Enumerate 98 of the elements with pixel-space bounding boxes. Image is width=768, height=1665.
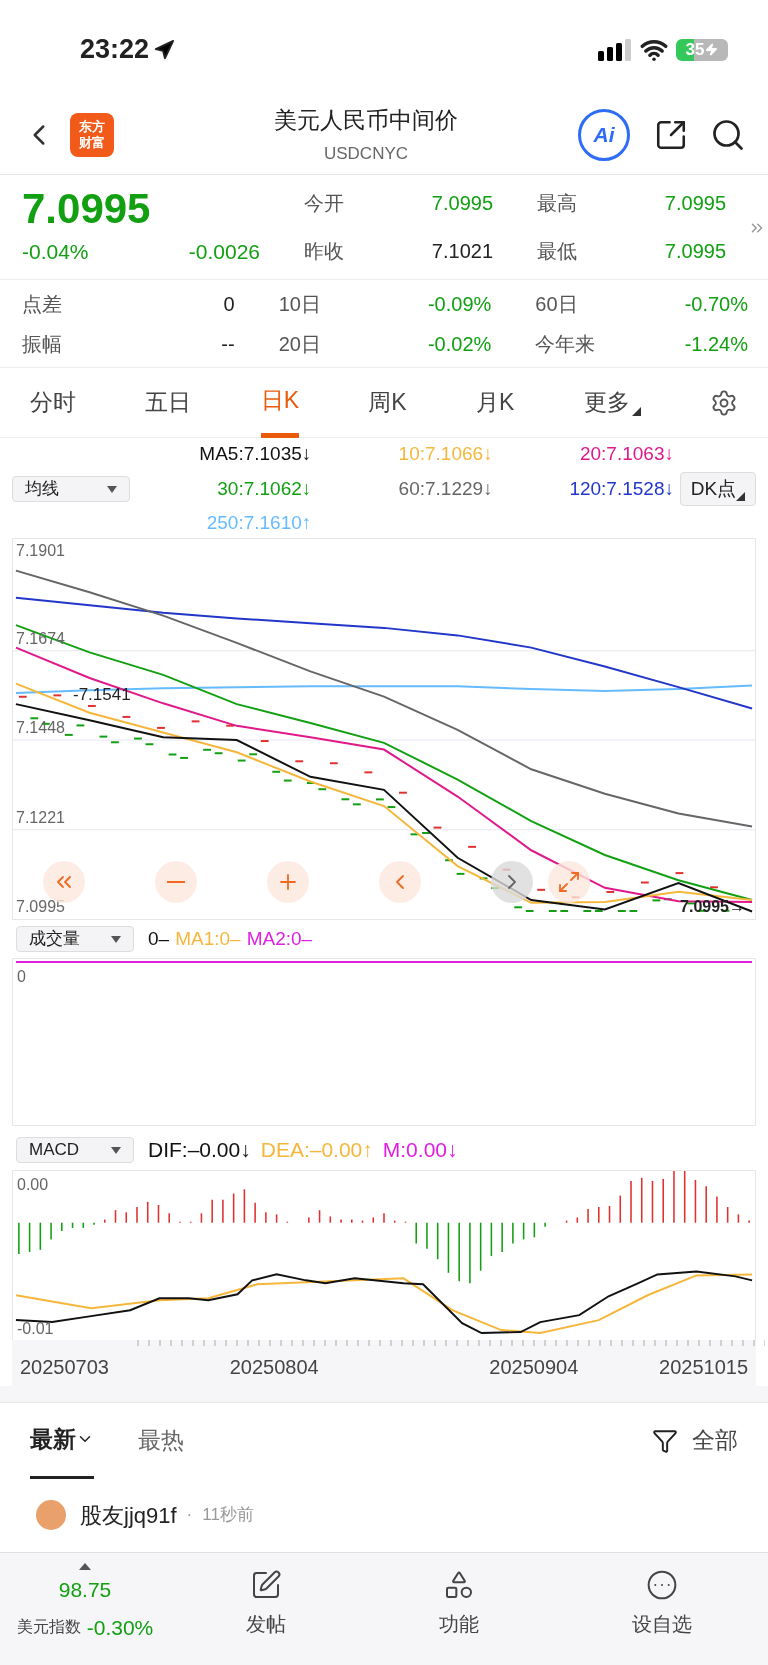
ma-value: MA5:7.1035↓ (199, 442, 312, 467)
scroll-left-button[interactable] (379, 861, 421, 903)
post-time: 11秒前 (202, 1504, 254, 1527)
period-tab[interactable]: 五日 (145, 367, 192, 438)
zoom-in-button[interactable] (267, 861, 309, 903)
last-marker: 7.0995→ (680, 897, 745, 917)
date-label: 20250904 (489, 1355, 579, 1380)
stat-label: 60日 (535, 291, 578, 317)
index-name: 美元指数 (16, 1617, 81, 1638)
up-triangle-icon (79, 1563, 91, 1570)
index-value: 98.75 (58, 1577, 112, 1603)
minus-icon (167, 881, 185, 883)
quote-value: 7.0995 (664, 191, 726, 216)
macd-value: DIF:–0.00↓ (148, 1137, 251, 1164)
stat-label: 今年来 (535, 331, 596, 357)
quote-value: 7.0995 (431, 191, 493, 216)
high-marker: -7.1541 (73, 684, 131, 706)
axis-label: 7.0995 (16, 899, 65, 915)
ma-value: 20:7.1063↓ (579, 442, 674, 467)
quote-value: 7.1021 (431, 239, 493, 264)
filter-label[interactable]: 全部 (692, 1423, 738, 1458)
pen-icon (250, 1569, 283, 1601)
axis-label: 7.1448 (16, 720, 65, 737)
dropdown-arrow-icon (107, 485, 117, 493)
ma-value: 60:7.1229↓ (398, 476, 493, 501)
axis-label: 0.00 (17, 1175, 49, 1195)
indicator-selector[interactable]: MACD (16, 1137, 134, 1163)
ma-selector[interactable]: 均线 (12, 476, 130, 502)
ma-value: 10:7.1066↓ (398, 442, 493, 467)
ma-value: 120:7.1528↓ (569, 476, 674, 501)
dk-button[interactable]: DK点 (680, 472, 756, 506)
stat-value: -0.02% (427, 331, 492, 357)
period-tab[interactable]: 分时 (30, 367, 76, 438)
axis-label: 7.1221 (16, 809, 65, 826)
scroll-right-button[interactable] (491, 861, 533, 903)
quote-label: 最低 (537, 239, 577, 264)
volume-value: 0– (148, 926, 170, 951)
date-label: 20250804 (229, 1355, 319, 1380)
quote-label: 今开 (304, 191, 344, 216)
shapes-icon (443, 1569, 475, 1601)
charging-bolt-icon (705, 43, 719, 56)
axis-label: -0.01 (17, 1321, 54, 1337)
index-change: -0.30% (86, 1614, 154, 1641)
comment-tab[interactable]: 最新 (30, 1402, 94, 1479)
period-tab[interactable]: 日K (260, 367, 299, 438)
stat-label: 点差 (22, 291, 62, 317)
page-title: 美元人民币中间价 (274, 105, 458, 135)
location-arrow-icon (153, 38, 176, 61)
comment-tab[interactable]: 最热 (138, 1402, 184, 1479)
filter-icon[interactable] (652, 1427, 678, 1454)
toolbar-button[interactable]: 功能 (439, 1569, 479, 1639)
ma-value: 250:7.1610↑ (206, 511, 312, 536)
date-label: 20250703 (20, 1355, 109, 1380)
stat-label: 10日 (278, 291, 321, 317)
volume-value: MA2:0– (246, 926, 313, 951)
ma-value: 30:7.1062↓ (217, 476, 312, 501)
app-logo: 东方 财富 (70, 112, 114, 157)
quote-value: 7.0995 (664, 239, 726, 264)
more-menu[interactable]: 更多 (583, 367, 641, 438)
period-tab[interactable]: 月K (476, 367, 515, 438)
change-percent: -0.04% (22, 239, 89, 266)
volume-selector[interactable]: 成交量 (16, 926, 134, 952)
stat-label: 振幅 (22, 331, 62, 357)
quote-label: 昨收 (304, 239, 344, 264)
axis-label: 7.1901 (16, 543, 65, 559)
corner-triangle-icon (736, 492, 746, 501)
user-avatar (36, 1500, 66, 1530)
toolbar-button[interactable]: 设自选 (631, 1569, 692, 1639)
dropdown-arrow-icon (111, 935, 121, 943)
period-tab[interactable]: 周K (368, 367, 407, 438)
change-amount: -0.0026 (188, 239, 260, 266)
quote-label: 最高 (537, 191, 577, 216)
date-label: 20251015 (659, 1355, 748, 1380)
stat-label: 20日 (278, 331, 321, 357)
dropdown-arrow-icon (111, 1146, 121, 1154)
volume-value: MA1:0– (175, 926, 241, 951)
stat-value: -0.70% (684, 291, 748, 317)
corner-triangle-icon (631, 406, 641, 416)
macd-value: M:0.00↓ (382, 1137, 458, 1164)
ai-button[interactable]: Ai (578, 108, 630, 161)
last-price: 7.0995 (22, 186, 152, 233)
zoom-out-button[interactable] (155, 861, 197, 903)
ticker-code: USDCNYC (323, 143, 409, 165)
ellipsis-icon (645, 1569, 678, 1601)
axis-label: 0 (17, 967, 26, 987)
settings-icon[interactable] (710, 388, 738, 417)
stat-value: 0 (223, 291, 235, 317)
expand-arrows-icon (557, 870, 581, 894)
toolbar-button[interactable]: 发帖 (246, 1569, 287, 1639)
stat-value: -1.24% (684, 331, 748, 357)
signal-icon (598, 38, 632, 61)
dot-separator: · (186, 1504, 193, 1527)
clock-time: 23:22 (80, 33, 150, 67)
stat-value: -- (221, 331, 235, 357)
stat-value: -0.09% (427, 291, 492, 317)
user-name[interactable]: 股友jjq91f (80, 1498, 177, 1532)
macd-value: DEA:–0.00↑ (260, 1137, 373, 1164)
fullscreen-button[interactable] (548, 861, 590, 903)
